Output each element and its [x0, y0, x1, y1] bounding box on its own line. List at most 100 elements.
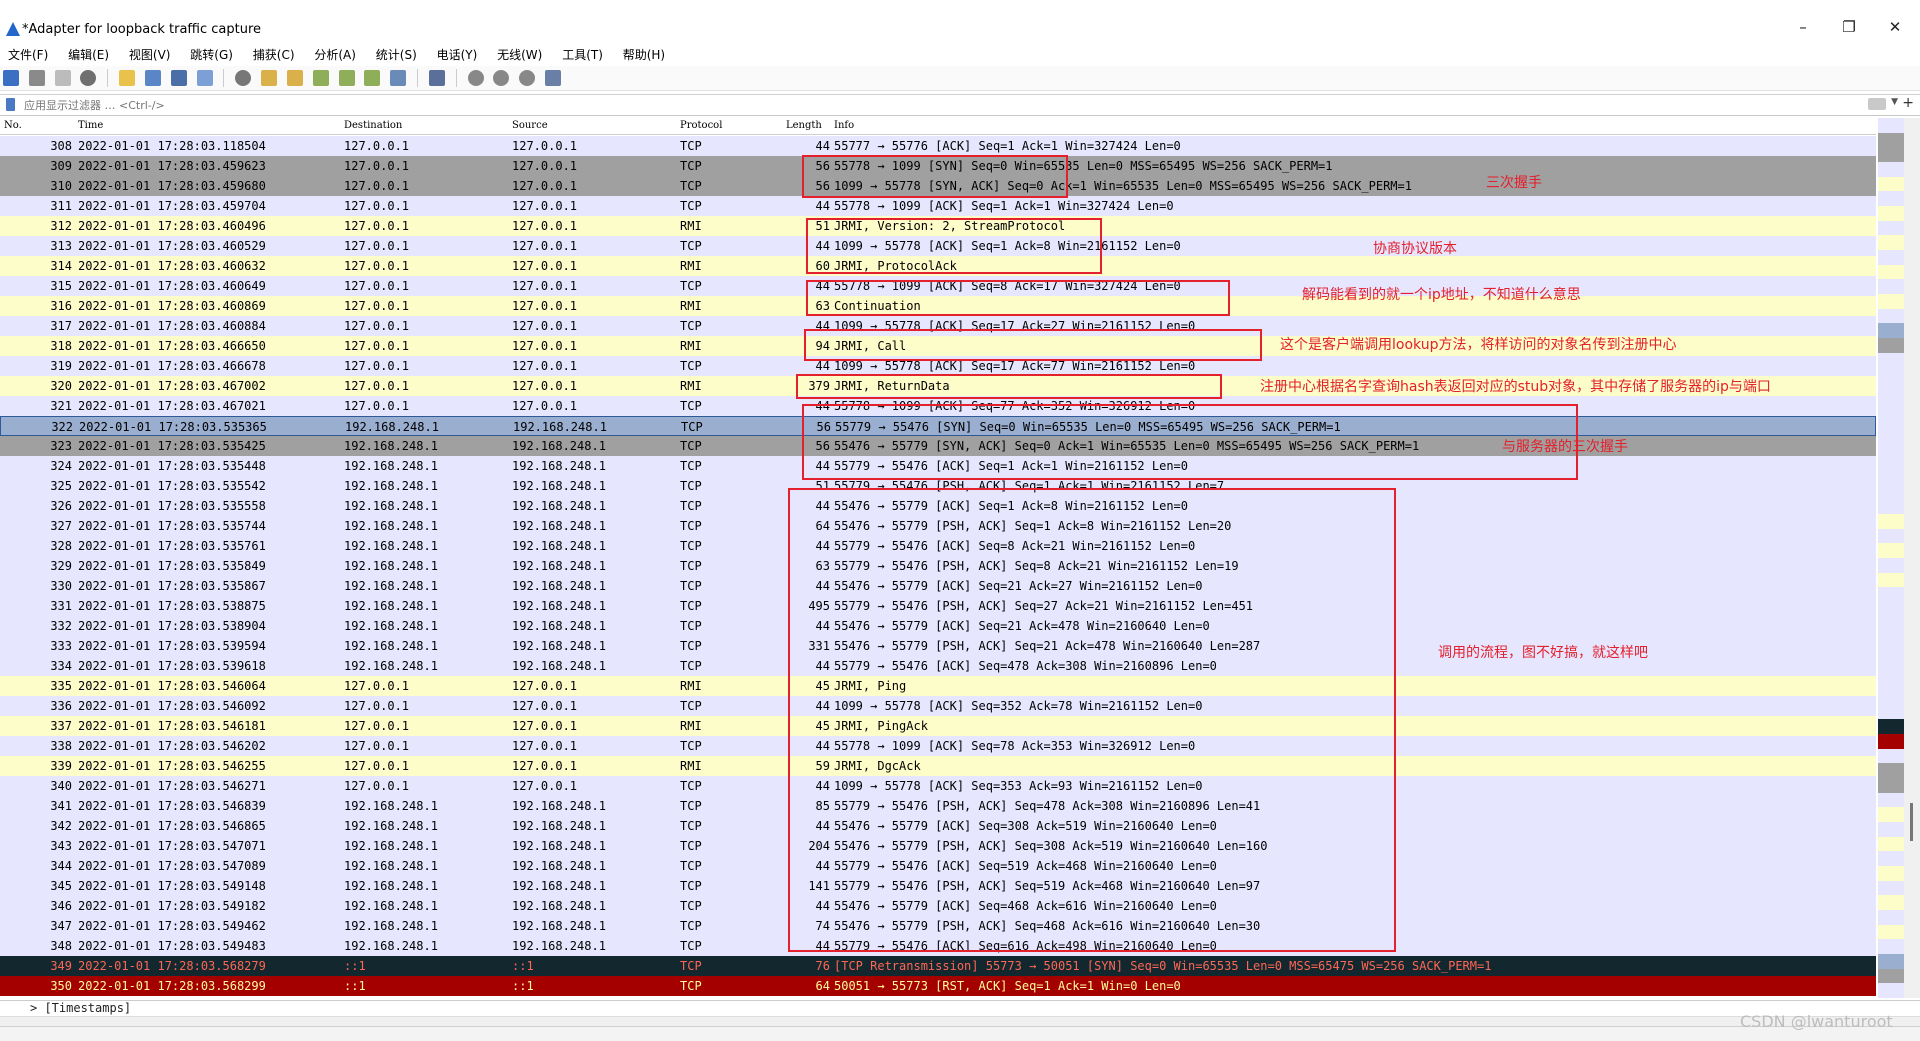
bookmark-icon[interactable]	[6, 98, 15, 111]
minimap-stripe	[1878, 792, 1904, 808]
menu-capture[interactable]: 捕获(C)	[245, 44, 303, 63]
column-header-length[interactable]: Length	[786, 120, 822, 131]
packet-time: 2022-01-01 17:28:03.460869	[78, 299, 266, 313]
autoscroll-icon[interactable]	[390, 70, 407, 86]
capture-options-icon[interactable]	[80, 70, 97, 86]
menu-wireless[interactable]: 无线(W)	[489, 44, 550, 63]
packet-source: 192.168.248.1	[512, 819, 606, 833]
packet-destination: 127.0.0.1	[344, 299, 410, 313]
packet-protocol: TCP	[680, 579, 702, 593]
packet-details-pane[interactable]: > [Timestamps]	[0, 1000, 1920, 1017]
packet-source: 127.0.0.1	[512, 319, 578, 333]
packet-source: 192.168.248.1	[512, 619, 606, 633]
open-file-icon[interactable]	[119, 70, 136, 86]
column-header-destination[interactable]: Destination	[344, 120, 402, 131]
packet-time: 2022-01-01 17:28:03.460496	[78, 219, 266, 233]
column-header-info[interactable]: Info	[834, 120, 854, 131]
packet-destination: 127.0.0.1	[344, 199, 410, 213]
minimap-stripe	[1878, 118, 1904, 133]
normal-size-icon[interactable]	[519, 70, 536, 86]
resize-columns-icon[interactable]	[545, 70, 562, 86]
packet-number: 335	[50, 679, 72, 693]
find-packet-icon[interactable]	[235, 70, 252, 86]
restart-capture-icon[interactable]	[54, 70, 71, 86]
packet-number: 315	[50, 279, 72, 293]
colorize-icon[interactable]	[428, 70, 445, 86]
last-packet-icon[interactable]	[364, 70, 381, 86]
scrollbar-thumb[interactable]	[1910, 803, 1913, 841]
menu-tools[interactable]: 工具(T)	[554, 44, 611, 63]
packet-protocol: TCP	[680, 859, 702, 873]
packet-number: 344	[50, 859, 72, 873]
restore-button[interactable]: ❐	[1834, 18, 1864, 40]
column-header-time[interactable]: Time	[78, 120, 103, 131]
menu-view[interactable]: 视图(V)	[121, 44, 179, 63]
menu-help[interactable]: 帮助(H)	[615, 44, 673, 63]
packet-protocol: TCP	[680, 619, 702, 633]
minimap-stripe	[1878, 250, 1904, 265]
packet-destination: 192.168.248.1	[344, 819, 438, 833]
go-forward-icon[interactable]	[286, 70, 303, 86]
apply-filter-arrow-icon[interactable]	[1868, 98, 1886, 110]
minimap-stripe	[1878, 602, 1904, 617]
menu-telephony[interactable]: 电话(Y)	[429, 44, 486, 63]
packet-number: 314	[50, 259, 72, 273]
minimize-button[interactable]: –	[1788, 18, 1818, 40]
packet-destination: 192.168.248.1	[344, 459, 438, 473]
column-header-protocol[interactable]: Protocol	[680, 120, 722, 131]
packet-destination: 127.0.0.1	[344, 179, 410, 193]
packet-row[interactable]: 349 2022-01-01 17:28:03.568279::1::1 TCP 76…	[0, 956, 1876, 976]
packet-row[interactable]: 311 2022-01-01 17:28:03.459704 127.0.0.1 12…	[0, 196, 1876, 216]
main-toolbar	[0, 66, 1920, 91]
reload-file-icon[interactable]	[196, 70, 213, 86]
menu-file[interactable]: 文件(F)	[0, 44, 56, 63]
packet-number: 343	[50, 839, 72, 853]
packet-time: 2022-01-01 17:28:03.539594	[78, 639, 266, 653]
go-back-icon[interactable]	[261, 70, 278, 86]
annotation-ip-only: 解码能看到的就一个ip地址，不知道什么意思	[1302, 287, 1581, 303]
minimap-stripe	[1878, 924, 1904, 940]
filter-dropdown-icon[interactable]: ▼	[1891, 97, 1898, 107]
packet-row[interactable]: 350 2022-01-01 17:28:03.568299::1::1 TCP 64…	[0, 976, 1876, 996]
column-header-no[interactable]: No.	[4, 120, 22, 131]
menu-edit[interactable]: 编辑(E)	[60, 44, 117, 63]
column-header-source[interactable]: Source	[512, 120, 548, 131]
zoom-out-icon[interactable]	[493, 70, 510, 86]
packet-time: 2022-01-01 17:28:03.467002	[78, 379, 266, 393]
close-button[interactable]: ✕	[1880, 18, 1910, 40]
packet-time: 2022-01-01 17:28:03.535365	[79, 420, 267, 434]
display-filter-bar: ▼ +	[0, 94, 1920, 116]
minimap-stripe	[1878, 631, 1904, 646]
close-file-icon[interactable]	[170, 70, 187, 86]
wireshark-fin-icon	[6, 22, 20, 36]
first-packet-icon[interactable]	[338, 70, 355, 86]
minimap-stripe	[1878, 895, 1904, 910]
detail-timestamps-node[interactable]: > [Timestamps]	[30, 1001, 131, 1015]
save-file-icon[interactable]	[144, 70, 161, 86]
packet-number: 347	[50, 919, 72, 933]
add-filter-button[interactable]: +	[1902, 95, 1914, 111]
packet-source: 192.168.248.1	[512, 439, 606, 453]
packet-row[interactable]: 308 2022-01-01 17:28:03.118504 127.0.0.1 12…	[0, 136, 1876, 156]
packet-destination: 127.0.0.1	[344, 679, 410, 693]
vertical-scrollbar[interactable]	[1904, 118, 1920, 998]
go-to-packet-icon[interactable]	[312, 70, 329, 86]
display-filter-input[interactable]	[22, 96, 1846, 114]
menu-analyze[interactable]: 分析(A)	[306, 44, 364, 63]
packet-destination: 192.168.248.1	[344, 439, 438, 453]
zoom-in-icon[interactable]	[467, 70, 484, 86]
menu-go[interactable]: 跳转(G)	[182, 44, 241, 63]
packet-destination: 127.0.0.1	[344, 379, 410, 393]
packet-minimap[interactable]	[1878, 118, 1904, 998]
stop-capture-icon[interactable]	[28, 70, 45, 86]
start-capture-icon[interactable]	[3, 70, 19, 86]
minimap-stripe	[1878, 675, 1904, 690]
packet-number: 338	[50, 739, 72, 753]
packet-destination: 192.168.248.1	[344, 519, 438, 533]
annotation-box-continuation	[806, 280, 1230, 316]
packet-destination: 192.168.248.1	[344, 839, 438, 853]
packet-number: 334	[50, 659, 72, 673]
packet-length: 44	[815, 139, 830, 153]
minimap-stripe	[1878, 235, 1904, 250]
menu-statistics[interactable]: 统计(S)	[368, 44, 425, 63]
